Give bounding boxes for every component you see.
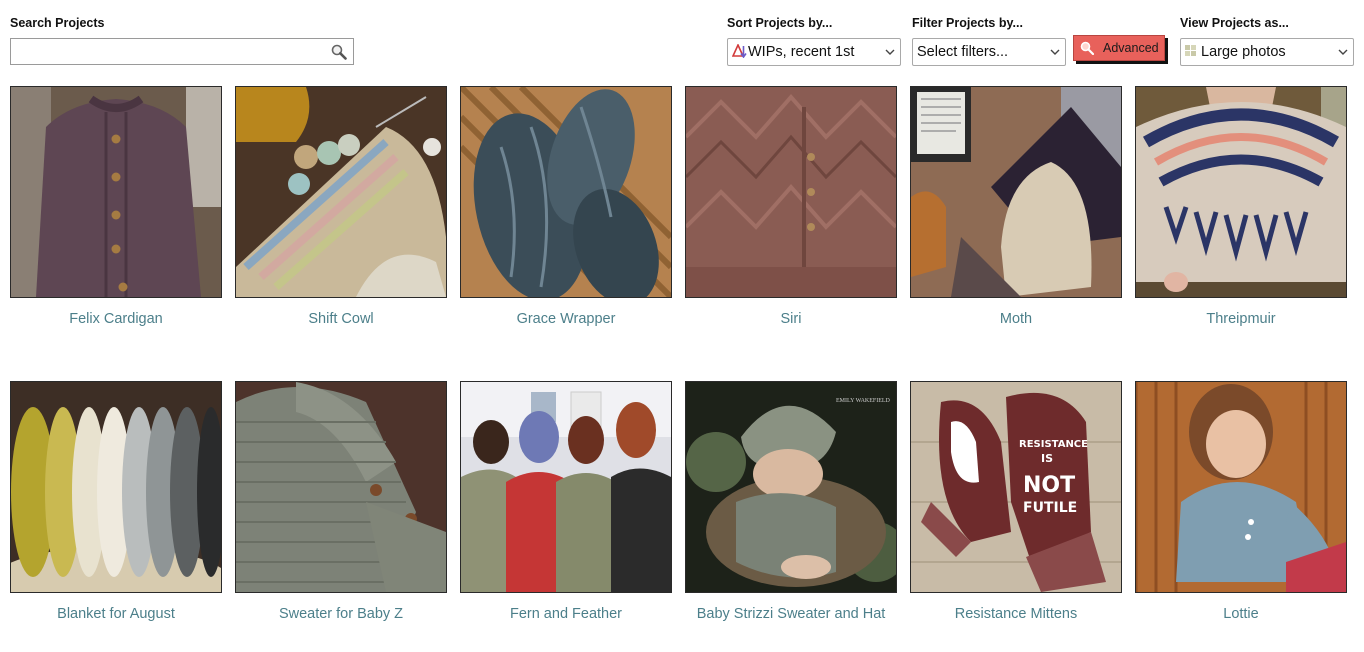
project-photo[interactable]: [460, 381, 672, 593]
project-photo[interactable]: RESISTANCE IS NOT FUTILE: [910, 381, 1122, 593]
filter-select[interactable]: Select filters...: [912, 38, 1066, 66]
project-card: Shift Cowl: [235, 86, 447, 327]
filter-label: Filter Projects by...: [912, 16, 1023, 30]
advanced-filter-button[interactable]: Advanced: [1073, 35, 1165, 61]
project-title-link[interactable]: Fern and Feather: [460, 606, 672, 622]
project-title-link[interactable]: Blanket for August: [10, 606, 222, 622]
view-selected-value: Large photos: [1201, 44, 1286, 60]
project-photo[interactable]: [685, 86, 897, 298]
large-photos-icon: [1185, 45, 1196, 56]
project-photo[interactable]: [1135, 86, 1347, 298]
mitten-text-line: IS: [1041, 452, 1053, 465]
project-photo[interactable]: [235, 381, 447, 593]
sort-label: Sort Projects by...: [727, 16, 833, 30]
project-title-link[interactable]: Threipmuir: [1135, 311, 1347, 327]
project-card: Threipmuir: [1135, 86, 1347, 327]
search-input[interactable]: [15, 40, 329, 65]
view-label: View Projects as...: [1180, 16, 1289, 30]
project-card: Moth: [910, 86, 1122, 327]
mitten-text-line: NOT: [1023, 473, 1075, 498]
filter-selected-value: Select filters...: [917, 44, 1009, 60]
project-card: Sweater for Baby Z: [235, 381, 447, 622]
project-card: Grace Wrapper: [460, 86, 672, 327]
project-title-link[interactable]: Grace Wrapper: [460, 311, 672, 327]
advanced-button-label: Advanced: [1103, 41, 1159, 55]
project-title-link[interactable]: Moth: [910, 311, 1122, 327]
project-photo[interactable]: [460, 86, 672, 298]
sort-select[interactable]: WIPs, recent 1st: [727, 38, 901, 66]
project-title-link[interactable]: Sweater for Baby Z: [235, 606, 447, 622]
view-select[interactable]: Large photos: [1180, 38, 1354, 66]
project-card: Fern and Feather: [460, 381, 672, 622]
project-title-link[interactable]: Lottie: [1135, 606, 1347, 622]
project-photo[interactable]: EMILY WAKEFIELD: [685, 381, 897, 593]
project-photo[interactable]: [235, 86, 447, 298]
mitten-text-line: RESISTANCE: [1019, 439, 1088, 450]
watermark-text: EMILY WAKEFIELD: [836, 398, 891, 404]
project-photo[interactable]: [910, 86, 1122, 298]
project-title-link[interactable]: Baby Strizzi Sweater and Hat: [685, 606, 897, 622]
chevron-down-icon: [1338, 49, 1348, 55]
project-photo[interactable]: [10, 381, 222, 593]
photo-watermark: EMILY WAKEFIELD: [836, 398, 891, 404]
chevron-down-icon: [885, 49, 895, 55]
project-card: EMILY WAKEFIELD Baby Strizzi Sweater and…: [685, 381, 897, 622]
project-title-link[interactable]: Siri: [685, 311, 897, 327]
search-field[interactable]: [10, 38, 354, 65]
mitten-text-line: FUTILE: [1023, 500, 1077, 516]
project-card: Lottie: [1135, 381, 1347, 622]
project-card: Blanket for August: [10, 381, 222, 622]
project-card: Felix Cardigan: [10, 86, 222, 327]
project-title-link[interactable]: Felix Cardigan: [10, 311, 222, 327]
project-card: RESISTANCE IS NOT FUTILE Resistance Mitt…: [910, 381, 1122, 622]
sort-order-icon: [732, 44, 747, 58]
search-icon[interactable]: [331, 44, 347, 60]
project-title-link[interactable]: Shift Cowl: [235, 311, 447, 327]
project-photo[interactable]: [10, 86, 222, 298]
project-title-link[interactable]: Resistance Mittens: [910, 606, 1122, 622]
advanced-search-icon: [1080, 41, 1094, 55]
chevron-down-icon: [1050, 49, 1060, 55]
search-label: Search Projects: [10, 16, 105, 30]
sort-selected-value: WIPs, recent 1st: [748, 44, 855, 60]
project-photo[interactable]: [1135, 381, 1347, 593]
project-card: Siri: [685, 86, 897, 327]
